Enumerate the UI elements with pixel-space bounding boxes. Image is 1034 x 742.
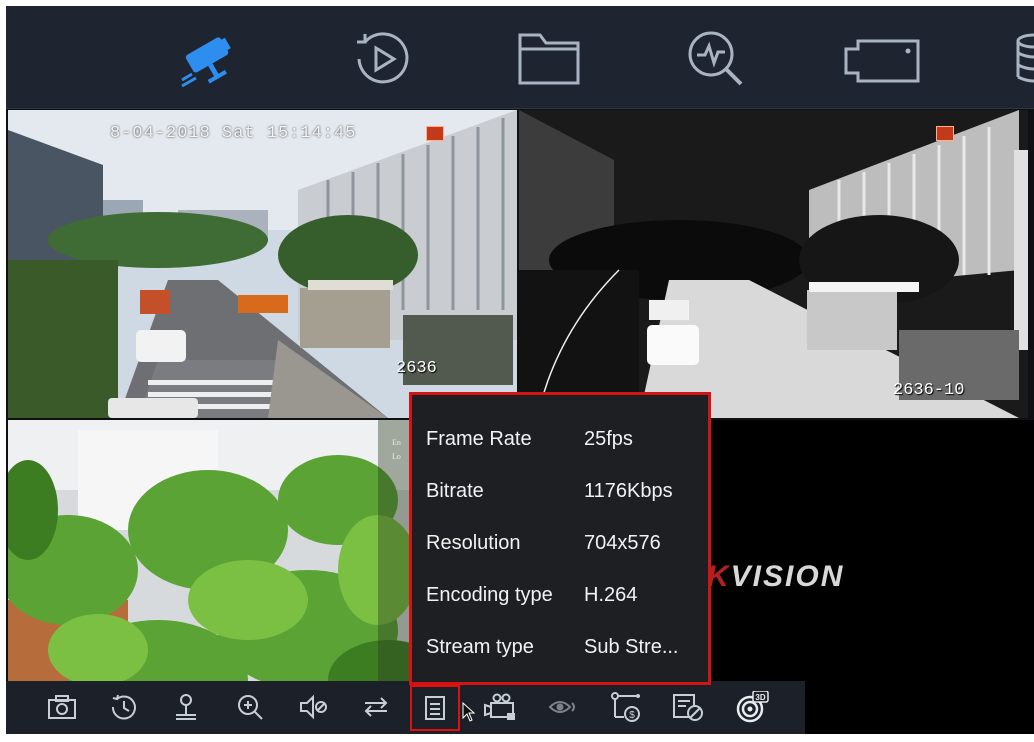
recording-indicator-icon (426, 126, 444, 141)
camera-record-icon[interactable] (480, 687, 520, 727)
folder-icon[interactable] (511, 28, 587, 90)
camera-feed-thermal (519, 110, 1028, 418)
stream-info-popup: Frame Rate 25fps Bitrate 1176Kbps Resolu… (409, 392, 711, 685)
info-value: 704x576 (584, 532, 661, 554)
mouse-cursor-icon (462, 701, 476, 727)
info-value: 25fps (584, 428, 633, 450)
zoom-in-icon[interactable] (230, 687, 270, 727)
recording-indicator-icon (936, 126, 954, 141)
channel-name: 2636 (396, 359, 437, 378)
brand-logo: KVISION (707, 560, 844, 594)
info-label: Frame Rate (426, 428, 532, 450)
top-navigation-bar (6, 6, 1034, 109)
logo-text: VISION (730, 560, 845, 593)
channel-side-text: En Lo (392, 438, 401, 461)
switch-icon[interactable] (356, 687, 396, 727)
eye-icon[interactable] (544, 687, 584, 727)
instant-playback-icon[interactable] (104, 687, 144, 727)
info-label: Resolution (426, 532, 521, 554)
info-label: Encoding type (426, 584, 553, 606)
3d-badge: 3D (755, 693, 765, 702)
camera-icon[interactable] (176, 28, 252, 90)
mute-icon[interactable] (294, 687, 334, 727)
info-value: 1176Kbps (584, 480, 673, 502)
info-label: Bitrate (426, 480, 484, 502)
video-camera-icon[interactable] (844, 28, 920, 90)
database-icon[interactable] (1008, 28, 1034, 90)
frame-border-left (0, 0, 6, 742)
route-icon[interactable]: $ (606, 687, 646, 727)
frame-border-top (0, 0, 1034, 6)
channel-name: 2636-10 (893, 381, 965, 400)
playback-icon[interactable] (344, 28, 420, 90)
nvr-live-view: 8-04-2018 Sat 15:14:45 2636 2636-10 En L… (0, 0, 1034, 742)
ptz-icon[interactable] (166, 687, 206, 727)
channel-timestamp: 8-04-2018 Sat 15:14:45 (110, 124, 357, 143)
camera-feed-street (8, 110, 517, 418)
info-value: Sub Stre... (584, 636, 679, 658)
info-label: Stream type (426, 636, 534, 658)
info-value: H.264 (584, 584, 638, 606)
disable-icon[interactable] (668, 687, 708, 727)
window-toolbar: $ 3D (6, 681, 805, 734)
search-analytics-icon[interactable] (678, 28, 754, 90)
3d-icon[interactable]: 3D (732, 687, 772, 727)
snapshot-icon[interactable] (42, 687, 82, 727)
frame-border-bottom (0, 734, 1034, 742)
video-window-channel-2[interactable]: 2636-10 (519, 110, 1028, 418)
svg-text:$: $ (629, 710, 635, 721)
video-window-channel-1[interactable]: 8-04-2018 Sat 15:14:45 2636 (8, 110, 517, 418)
info-list-icon[interactable] (410, 685, 460, 731)
